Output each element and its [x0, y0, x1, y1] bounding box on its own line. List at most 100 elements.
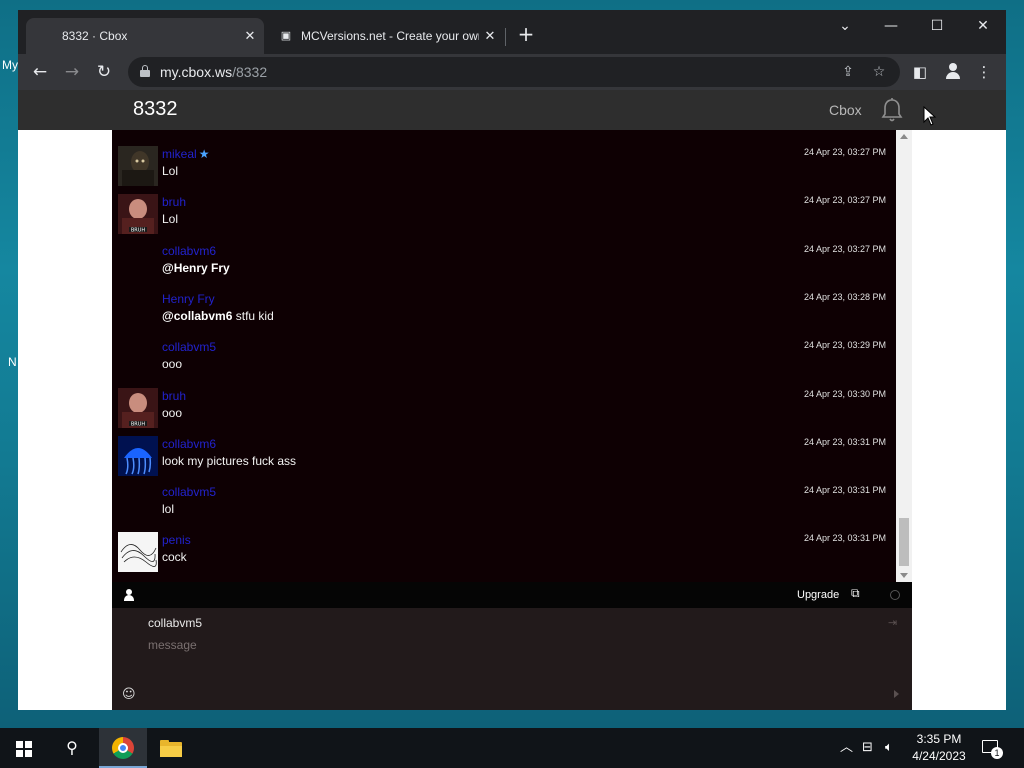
- user-icon[interactable]: [124, 589, 134, 601]
- minimize-button[interactable]: —: [868, 14, 914, 38]
- message-text: Lol: [162, 164, 178, 178]
- message-username[interactable]: collabvm5: [162, 340, 216, 354]
- tab-title: 8332 · Cbox: [62, 29, 128, 43]
- login-icon[interactable]: ⇥: [888, 616, 897, 629]
- upgrade-link[interactable]: Upgrade: [797, 589, 839, 601]
- scroll-down-icon[interactable]: [900, 573, 908, 578]
- message-username[interactable]: penis: [162, 533, 191, 547]
- network-icon[interactable]: ⊟: [862, 739, 873, 757]
- message-username[interactable]: collabvm5: [162, 485, 216, 499]
- message-body: ooo: [162, 357, 183, 372]
- menu-kebab-icon[interactable]: ⋮: [972, 60, 996, 84]
- message-username[interactable]: mikeal ★: [162, 147, 209, 161]
- browser-window: 8332 · Cbox ✕ ▣ MCVersions.net - Create …: [18, 10, 1006, 710]
- message-username[interactable]: collabvm6: [162, 244, 216, 258]
- bookmark-star-icon[interactable]: ☆: [869, 62, 889, 82]
- message-text: @collabvm6 stfu kid: [162, 309, 274, 323]
- emoji-icon[interactable]: ☺: [122, 688, 136, 702]
- chat-message: Henry Fry @collabvm6 stfu kid 24 Apr 23, 0…: [112, 287, 896, 333]
- send-arrow-icon[interactable]: [894, 690, 899, 698]
- tab-mcversions[interactable]: ▣ MCVersions.net - Create your own ✕: [268, 18, 504, 54]
- avatar[interactable]: BRUH: [118, 194, 158, 235]
- mention[interactable]: @collabvm6: [162, 309, 232, 323]
- site-header: 8332 Cbox: [18, 90, 1006, 130]
- message-body: Lol: [162, 164, 179, 178]
- chevron-up-icon[interactable]: ︿: [840, 739, 853, 757]
- avatar[interactable]: [118, 435, 158, 476]
- taskbar-chrome[interactable]: [99, 728, 147, 768]
- message-input[interactable]: [148, 636, 868, 654]
- back-arrow-icon[interactable]: ←: [28, 60, 52, 84]
- message-timestamp: 24 Apr 23, 03:30 PM: [803, 388, 886, 399]
- bell-icon[interactable]: [880, 97, 904, 123]
- avatar[interactable]: [118, 146, 158, 186]
- url-path: /8332: [232, 64, 268, 80]
- tab-close-icon[interactable]: ✕: [482, 28, 498, 44]
- mouse-cursor-icon: [923, 106, 937, 126]
- tab-cbox[interactable]: 8332 · Cbox ✕: [26, 18, 264, 54]
- external-link-icon[interactable]: ⧉: [851, 586, 865, 600]
- search-button[interactable]: ⚲: [48, 728, 96, 768]
- chat-message: BRUH bruh Lol 24 Apr 23, 03:27 PM: [112, 190, 896, 236]
- scrollbar[interactable]: [896, 130, 912, 582]
- message-body: look my pictures fuck ass: [162, 453, 297, 468]
- chat-message: collabvm5 lol 24 Apr 23, 03:31 PM: [112, 480, 896, 526]
- desktop-icon-label[interactable]: My: [2, 58, 18, 72]
- message-timestamp: 24 Apr 23, 03:29 PM: [803, 340, 886, 351]
- avatar[interactable]: [118, 532, 158, 573]
- share-icon[interactable]: ⇪: [838, 62, 858, 82]
- cbox-link[interactable]: Cbox: [829, 102, 862, 118]
- scroll-up-icon[interactable]: [900, 134, 908, 139]
- message-username[interactable]: bruh: [162, 195, 186, 209]
- mention[interactable]: @Henry Fry: [162, 261, 230, 275]
- reload-icon[interactable]: ↻: [92, 60, 116, 84]
- desktop-icon-label[interactable]: N: [8, 355, 17, 369]
- message-timestamp: 24 Apr 23, 03:31 PM: [803, 436, 886, 447]
- url-text[interactable]: my.cbox.ws/8332: [160, 64, 267, 80]
- tab-search-button[interactable]: ⌄: [822, 14, 868, 38]
- svg-text:BRUH: BRUH: [131, 421, 146, 427]
- clock-time: 3:35 PM: [916, 732, 962, 746]
- address-bar[interactable]: my.cbox.ws/8332 ⇪ ☆: [128, 57, 900, 87]
- chat-message: mikeal ★ Lol 24 Apr 23, 03:27 PM: [112, 142, 896, 188]
- forward-arrow-icon[interactable]: →: [60, 60, 84, 84]
- maximize-button[interactable]: ☐: [914, 14, 960, 38]
- mcversions-favicon-icon: ▣: [280, 30, 292, 42]
- loading-indicator-icon: [890, 590, 900, 600]
- volume-icon[interactable]: 🔈︎: [885, 739, 893, 757]
- start-button[interactable]: [0, 728, 48, 768]
- new-tab-button[interactable]: +: [516, 24, 536, 44]
- notification-center-icon[interactable]: 1: [982, 738, 1003, 759]
- message-text: Lol: [162, 212, 178, 226]
- message-text: ooo: [162, 357, 182, 371]
- search-icon: ⚲: [66, 738, 78, 757]
- message-username[interactable]: bruh: [162, 389, 186, 403]
- folder-icon: [160, 740, 182, 757]
- tab-divider: [505, 28, 506, 46]
- message-timestamp: 24 Apr 23, 03:31 PM: [803, 485, 886, 496]
- browser-toolbar: ← → ↻ my.cbox.ws/8332 ⇪ ☆ ◧ ⋮: [18, 54, 1006, 90]
- tab-strip: 8332 · Cbox ✕ ▣ MCVersions.net - Create …: [18, 10, 1006, 54]
- lock-icon[interactable]: [140, 65, 150, 77]
- page-title: 8332: [133, 98, 178, 120]
- message-composer: collabvm5 ⇥ ☺: [112, 608, 912, 710]
- close-window-button[interactable]: ✕: [960, 14, 1006, 38]
- page-content: 8332 Cbox mikeal ★ Lol 24 Apr 23, 03:27 PM B…: [18, 90, 1006, 710]
- message-text: lol: [162, 502, 174, 516]
- message-username[interactable]: collabvm6: [162, 437, 216, 451]
- message-list[interactable]: mikeal ★ Lol 24 Apr 23, 03:27 PM BRUH bruh Lol…: [112, 130, 896, 582]
- windows-logo-icon: [16, 741, 32, 757]
- composer-username[interactable]: collabvm5: [148, 616, 202, 630]
- chat-message: collabvm5 ooo 24 Apr 23, 03:29 PM: [112, 335, 896, 381]
- message-body: cock: [162, 550, 187, 565]
- tab-close-icon[interactable]: ✕: [242, 28, 258, 44]
- scroll-thumb[interactable]: [899, 518, 909, 566]
- profile-icon[interactable]: [944, 62, 962, 80]
- avatar[interactable]: BRUH: [118, 387, 158, 428]
- side-panel-icon[interactable]: ◧: [908, 60, 932, 84]
- message-timestamp: 24 Apr 23, 03:28 PM: [803, 291, 886, 302]
- system-clock[interactable]: 3:35 PM 4/24/2023: [906, 731, 972, 765]
- message-username[interactable]: Henry Fry: [162, 292, 215, 306]
- taskbar-file-explorer[interactable]: [148, 728, 196, 768]
- svg-text:BRUH: BRUH: [131, 228, 146, 234]
